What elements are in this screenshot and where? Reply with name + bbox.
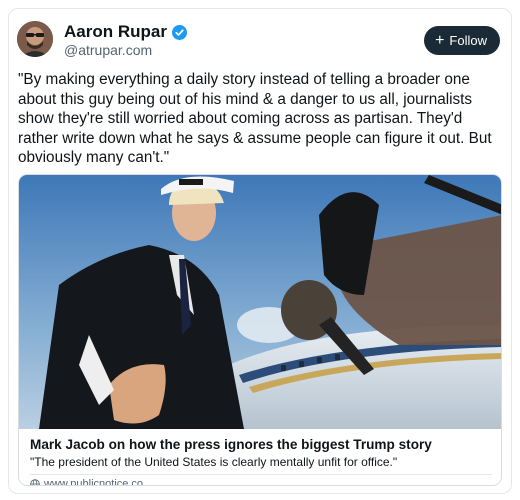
link-card[interactable]: Mark Jacob on how the press ignores the …: [18, 174, 502, 486]
verified-badge-icon: [171, 24, 187, 40]
author-name[interactable]: Aaron Rupar: [64, 22, 187, 42]
post-card: Aaron Rupar @atrupar.com + Follow "By ma…: [8, 8, 512, 494]
globe-icon: [30, 479, 40, 485]
follow-label: Follow: [449, 33, 487, 48]
author-avatar[interactable]: [17, 21, 53, 57]
post-text: "By making everything a daily story inst…: [18, 71, 492, 166]
author-name-text[interactable]: Aaron Rupar: [64, 22, 167, 42]
card-domain-text: www.publicnotice.co: [44, 478, 144, 486]
card-divider: [30, 474, 492, 475]
card-image: [19, 175, 501, 429]
card-description: "The president of the United States is c…: [30, 455, 398, 469]
plus-icon: +: [435, 31, 445, 49]
card-title[interactable]: Mark Jacob on how the press ignores the …: [30, 437, 432, 452]
follow-button[interactable]: + Follow: [424, 26, 500, 55]
author-handle[interactable]: @atrupar.com: [64, 42, 152, 58]
card-domain[interactable]: www.publicnotice.co: [30, 478, 144, 486]
